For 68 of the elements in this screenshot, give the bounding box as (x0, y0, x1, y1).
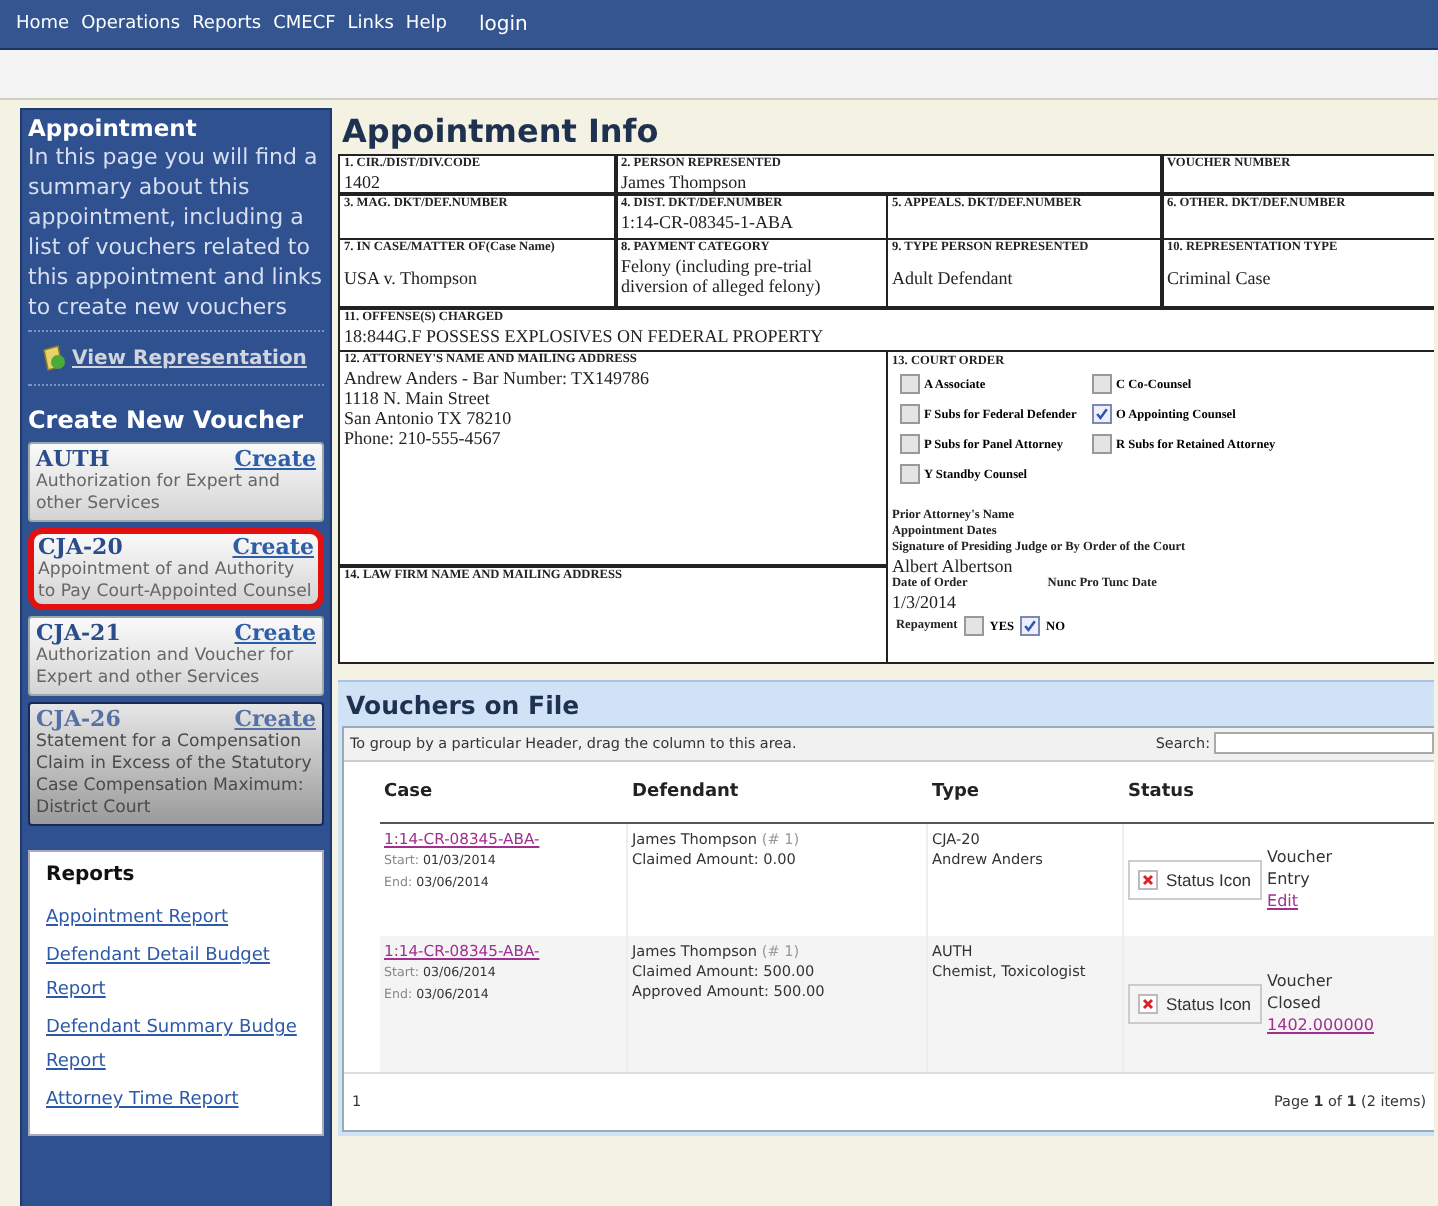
checkbox[interactable] (900, 464, 920, 484)
checkbox[interactable] (1020, 616, 1041, 636)
field-value: Andrew Anders - Bar Number: TX149786 1118 N. Main Street San Antonio TX 78210 Phone: 210-555-4567 (344, 368, 652, 448)
create-link[interactable]: Create (234, 706, 316, 732)
checkbox[interactable] (900, 374, 920, 394)
nav-link[interactable]: Links (347, 14, 394, 34)
login-link[interactable]: login (478, 13, 528, 35)
field-value: Felony (including pre-trial diversion of alleged felony) (621, 256, 823, 296)
field-value: 18:844G.F POSSESS EXPLOSIVES ON FEDERAL PROPERTY (344, 325, 826, 345)
voucher-card[interactable]: CJA-26 Create Statement for a Compensation Claim in Excess of the Statutory Case Compensation Maximum: District Court (28, 702, 324, 826)
voucher-card[interactable]: AUTH Create Authorization for Expert and other Services (28, 442, 324, 522)
field-value: 1/3/2014 (892, 592, 959, 612)
create-link[interactable]: Create (232, 534, 314, 560)
nav-link[interactable]: Reports (192, 14, 262, 34)
field-value: Criminal Case (1167, 268, 1273, 288)
report-link[interactable]: Attorney Time Report (46, 1084, 310, 1118)
report-link[interactable]: Defendant Detail Budget Report (46, 940, 310, 1008)
status-icon-text: Status Icon (1166, 993, 1252, 1013)
column-header[interactable]: Status (1124, 781, 1434, 801)
voucher-card[interactable]: CJA-21 Create Authorization and Voucher for Expert and other Services (28, 616, 324, 696)
close-icon (1138, 869, 1158, 889)
section-heading: Create New Voucher (28, 406, 306, 434)
voucher-card[interactable]: CJA-20 Create Appointment of and Authority to Pay Court-Appointed Counsel (28, 528, 324, 610)
sidebar-description: In this page you will find a summary about this appointment, including a list of vouchers related to this appointment and links to create new vouchers (28, 142, 324, 332)
status-text: Voucher Entry (1267, 846, 1335, 890)
field-value: Adult Defendant (892, 268, 1015, 288)
report-link[interactable]: Defendant Summary Budge Report (46, 1012, 310, 1080)
field-value: 1402 (344, 172, 382, 192)
nav-link[interactable]: CMECF (273, 14, 336, 34)
status-link[interactable]: Edit (1267, 892, 1299, 910)
nav-link[interactable]: Operations (81, 14, 181, 34)
voucher-description: Statement for a Compensation Claim in Excess of the Statutory Case Compensation Maximum: District Court (36, 732, 314, 820)
checkbox[interactable] (900, 404, 920, 424)
reports-title: Reports (46, 864, 137, 890)
column-header[interactable]: Case (380, 781, 628, 801)
create-link[interactable]: Create (234, 620, 316, 646)
field-value: USA v. Thompson (344, 268, 480, 288)
page-title: Appointment Info (342, 112, 661, 150)
search-field[interactable] (1214, 732, 1434, 754)
status-text: Voucher Closed (1267, 970, 1335, 1014)
checkbox[interactable] (900, 434, 920, 454)
checkbox[interactable] (1092, 434, 1112, 454)
view-representation-link[interactable]: View Representation (72, 347, 307, 369)
voucher-code: CJA-21 (36, 620, 121, 646)
section-title: Vouchers on File (346, 689, 582, 719)
column-header[interactable]: Type (928, 781, 1124, 801)
column-header[interactable]: Defendant (628, 781, 928, 801)
voucher-description: Appointment of and Authority to Pay Court-Appointed Counsel (38, 560, 314, 604)
voucher-description: Authorization and Voucher for Expert and other Services (36, 646, 296, 690)
voucher-code: CJA-26 (36, 706, 121, 732)
document-icon (40, 344, 68, 372)
nav-link[interactable]: Help (405, 14, 447, 34)
checkbox[interactable] (1092, 374, 1112, 394)
sidebar-title: Appointment (28, 114, 199, 142)
nav-link[interactable]: Home (16, 14, 70, 34)
status-link[interactable]: 1402.000000 (1267, 1016, 1374, 1034)
field-value: James Thompson (621, 172, 749, 192)
voucher-code: AUTH (36, 446, 110, 472)
field-value: 1:14-CR-08345-1-ABA (621, 211, 795, 231)
report-link[interactable]: Appointment Report (46, 902, 310, 936)
close-icon (1138, 993, 1158, 1013)
create-link[interactable]: Create (234, 446, 316, 472)
status-icon-text: Status Icon (1166, 869, 1252, 889)
checkbox[interactable] (1092, 404, 1112, 424)
checkbox[interactable] (963, 616, 984, 636)
field-value: Albert Albertson (892, 556, 1015, 576)
voucher-code: CJA-20 (38, 534, 123, 560)
voucher-description: Authorization for Expert and other Services (36, 472, 282, 516)
